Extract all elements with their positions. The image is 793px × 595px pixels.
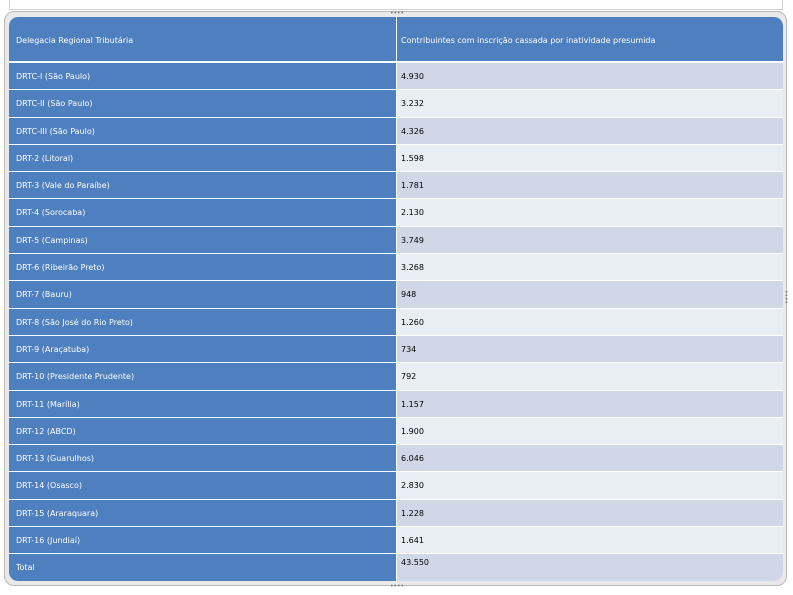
delegacia-cell[interactable]: DRTC-II (São Paulo) — [9, 90, 396, 117]
contribuintes-cell[interactable]: 948 — [397, 281, 783, 308]
delegacia-cell[interactable]: DRT-4 (Sorocaba) — [9, 199, 396, 226]
contribuintes-cell[interactable]: 1.260 — [397, 308, 783, 335]
resize-handle-right[interactable] — [785, 290, 788, 304]
slide-top-edge — [9, 0, 783, 10]
delegacia-cell[interactable]: DRT-15 (Araraquara) — [9, 499, 396, 527]
resize-handle-bottom[interactable] — [390, 584, 404, 587]
resize-handle-top[interactable] — [390, 11, 404, 14]
contribuintes-cell[interactable]: 1.781 — [397, 172, 783, 199]
contribuintes-cell[interactable]: 3.268 — [397, 254, 783, 281]
delegacia-cell[interactable]: DRT-12 (ABCD) — [9, 417, 396, 445]
delegacia-cell[interactable]: DRT-16 (Jundiaí) — [9, 527, 396, 554]
contribuintes-cell[interactable]: 2.130 — [397, 199, 783, 226]
header-cell-contribuintes[interactable]: Contribuintes com inscrição cassada por … — [401, 17, 781, 61]
contribuintes-cell[interactable]: 3.232 — [397, 90, 783, 117]
delegacia-cell[interactable]: DRTC-I (São Paulo) — [9, 63, 396, 90]
delegacia-cell[interactable]: DRT-14 (Osasco) — [9, 472, 396, 499]
delegacia-cell[interactable]: DRTC-III (São Paulo) — [9, 117, 396, 144]
contribuintes-cell[interactable]: 1.228 — [397, 499, 783, 527]
column-divider — [396, 17, 397, 581]
contribuintes-cell[interactable]: 1.641 — [397, 527, 783, 554]
contribuintes-cell[interactable]: 1.900 — [397, 417, 783, 445]
contribuintes-cell[interactable]: 734 — [397, 335, 783, 363]
data-table[interactable]: Delegacia Regional Tributária Contribuin… — [9, 17, 783, 581]
delegacia-cell[interactable]: DRT-10 (Presidente Prudente) — [9, 363, 396, 390]
contribuintes-cell[interactable]: 1.157 — [397, 390, 783, 417]
delegacia-cell[interactable]: DRT-13 (Guarulhos) — [9, 445, 396, 472]
contribuintes-cell[interactable]: 792 — [397, 363, 783, 390]
total-value-cell[interactable]: 43.550 — [397, 554, 783, 581]
total-label-cell[interactable]: Total — [9, 554, 396, 581]
contribuintes-cell[interactable]: 3.749 — [397, 226, 783, 254]
delegacia-cell[interactable]: DRT-8 (São José do Rio Preto) — [9, 308, 396, 335]
delegacia-cell[interactable]: DRT-6 (Ribeirão Preto) — [9, 254, 396, 281]
contribuintes-cell[interactable]: 1.598 — [397, 144, 783, 172]
contribuintes-cell[interactable]: 4.326 — [397, 117, 783, 144]
contribuintes-cell[interactable]: 2.830 — [397, 472, 783, 499]
delegacia-cell[interactable]: DRT-3 (Vale do Paraíbe) — [9, 172, 396, 199]
contribuintes-cell[interactable]: 4.930 — [397, 63, 783, 90]
delegacia-cell[interactable]: DRT-11 (Marília) — [9, 390, 396, 417]
header-cell-delegacia[interactable]: Delegacia Regional Tributária — [16, 17, 396, 61]
delegacia-cell[interactable]: DRT-7 (Bauru) — [9, 281, 396, 308]
delegacia-cell[interactable]: DRT-9 (Araçatuba) — [9, 335, 396, 363]
contribuintes-cell[interactable]: 6.046 — [397, 445, 783, 472]
delegacia-cell[interactable]: DRT-2 (Litoral) — [9, 144, 396, 172]
delegacia-cell[interactable]: DRT-5 (Campinas) — [9, 226, 396, 254]
